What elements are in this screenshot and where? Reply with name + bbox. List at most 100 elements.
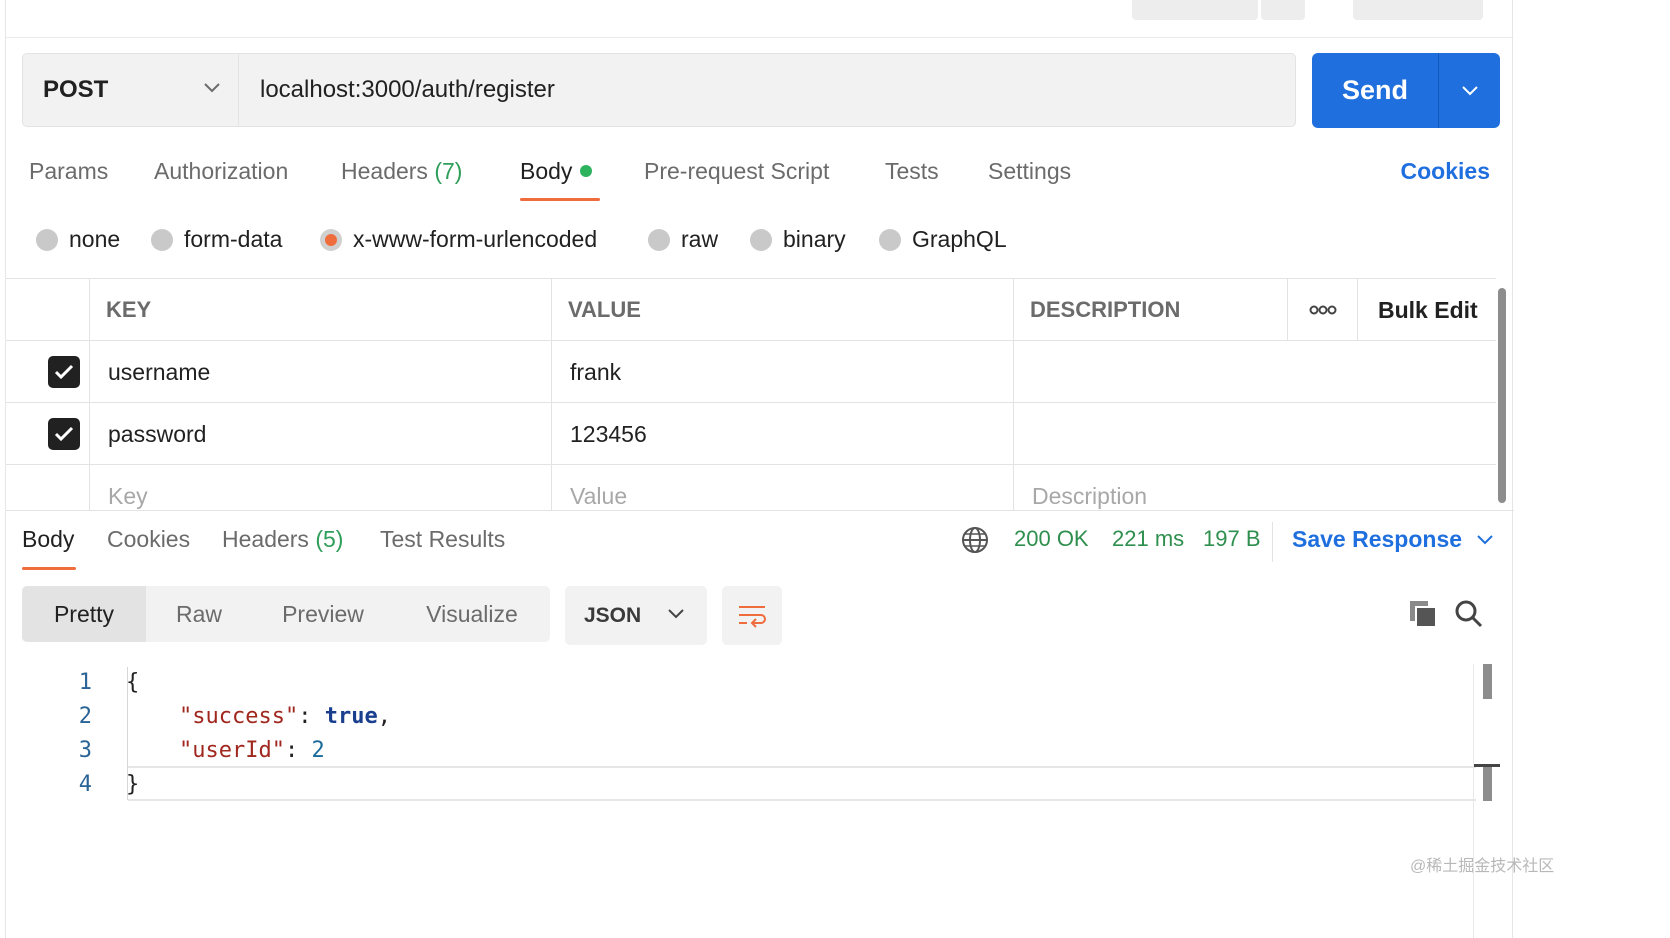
tab-count: (5) xyxy=(315,526,344,552)
description-cell[interactable] xyxy=(1014,341,1496,403)
value-cell[interactable]: 123456 xyxy=(552,403,1014,465)
active-tab-underline xyxy=(520,198,600,201)
save-response-label: Save Response xyxy=(1292,526,1463,552)
line-number: 4 xyxy=(78,772,92,797)
response-view-group: Pretty Raw Preview Visualize xyxy=(22,586,550,642)
tab-headers[interactable]: Headers (7) xyxy=(341,158,462,185)
json-key: "userId" xyxy=(178,738,285,763)
code-scroll-track xyxy=(1473,664,1474,938)
radio-circle xyxy=(648,228,670,251)
chevron-down-icon xyxy=(668,609,684,619)
tab-label: Authorization xyxy=(154,158,289,184)
table-row-new: Key Value Description xyxy=(6,465,1496,510)
description-cell[interactable] xyxy=(1014,403,1496,465)
chevron-down-icon xyxy=(204,83,220,93)
response-tab-body[interactable]: Body xyxy=(22,526,74,553)
url-input[interactable]: localhost:3000/auth/register xyxy=(238,53,1296,127)
search-icon xyxy=(1455,600,1483,628)
key-cell[interactable]: password xyxy=(90,403,552,465)
method-label: POST xyxy=(43,76,109,103)
line-number: 1 xyxy=(78,670,92,695)
toolbar-button[interactable] xyxy=(1353,0,1483,20)
tab-label: Settings xyxy=(988,158,1072,184)
wrap-lines-button[interactable] xyxy=(722,586,782,645)
send-button[interactable]: Send xyxy=(1312,75,1438,106)
chevron-down-icon xyxy=(1461,85,1478,95)
params-table: KEY VALUE DESCRIPTION Bulk Edit username… xyxy=(6,278,1496,510)
tab-body[interactable]: Body xyxy=(520,158,593,185)
text-cursor-bar xyxy=(1483,767,1492,801)
cookies-link[interactable]: Cookies xyxy=(1401,158,1490,185)
search-button[interactable] xyxy=(1452,597,1486,631)
radio-x-www-form-urlencoded[interactable]: x-www-form-urlencoded xyxy=(320,226,597,253)
check-cell xyxy=(6,341,90,403)
json-bool-value: true xyxy=(324,704,378,729)
send-options-button[interactable] xyxy=(1439,53,1500,128)
view-raw[interactable]: Raw xyxy=(146,586,252,642)
radio-raw[interactable]: raw xyxy=(648,226,718,253)
radio-label: binary xyxy=(783,226,846,252)
tab-params[interactable]: Params xyxy=(29,158,108,185)
json-key: "success" xyxy=(178,704,299,729)
json-number-value: 2 xyxy=(311,738,325,763)
description-placeholder[interactable]: Description xyxy=(1014,465,1496,510)
copy-icon xyxy=(1410,601,1437,628)
response-code-editor[interactable]: 1 2 3 4 { "success": true, "userId": 2 } xyxy=(6,660,1496,820)
response-tab-cookies[interactable]: Cookies xyxy=(107,526,190,553)
code-line: "success": true, xyxy=(178,704,391,729)
toolbar-button[interactable] xyxy=(1261,0,1305,20)
toolbar-button[interactable] xyxy=(1132,0,1258,20)
more-options-button[interactable] xyxy=(1288,279,1358,341)
header-description: DESCRIPTION xyxy=(1014,279,1288,341)
status-code[interactable]: 200 OK xyxy=(1014,526,1089,552)
tab-settings[interactable]: Settings xyxy=(988,158,1071,185)
tab-pre-request-script[interactable]: Pre-request Script xyxy=(644,158,829,185)
header-key: KEY xyxy=(90,279,552,341)
method-select[interactable]: POST xyxy=(22,53,239,127)
tab-tests[interactable]: Tests xyxy=(885,158,939,185)
globe-icon[interactable] xyxy=(960,525,990,555)
row-checkbox[interactable] xyxy=(48,356,80,388)
tab-label: Params xyxy=(29,158,109,184)
view-preview[interactable]: Preview xyxy=(252,586,394,642)
active-tab-underline xyxy=(22,567,76,570)
format-select[interactable]: JSON xyxy=(565,586,707,645)
top-toolbar xyxy=(6,0,1514,38)
response-size[interactable]: 197 B xyxy=(1203,526,1261,552)
code-scrollbar[interactable] xyxy=(1483,664,1492,699)
json-brace-close: } xyxy=(126,772,140,797)
bulk-edit-button[interactable]: Bulk Edit xyxy=(1358,279,1496,341)
value-placeholder[interactable]: Value xyxy=(552,465,1014,510)
checkmark-icon xyxy=(54,426,74,442)
radio-none[interactable]: none xyxy=(36,226,120,253)
save-response-button[interactable]: Save Response xyxy=(1292,526,1494,553)
check-cell xyxy=(6,403,90,465)
radio-label: x-www-form-urlencoded xyxy=(353,226,598,252)
response-tab-headers[interactable]: Headers (5) xyxy=(222,526,343,553)
radio-circle xyxy=(36,228,58,251)
checkmark-icon xyxy=(54,364,74,380)
format-label: JSON xyxy=(584,603,642,627)
tab-label: Cookies xyxy=(107,526,191,552)
response-tab-test-results[interactable]: Test Results xyxy=(380,526,505,553)
radio-binary[interactable]: binary xyxy=(750,226,846,253)
radio-label: raw xyxy=(681,226,719,252)
copy-button[interactable] xyxy=(1406,597,1440,631)
response-time[interactable]: 221 ms xyxy=(1112,526,1184,552)
radio-graphql[interactable]: GraphQL xyxy=(879,226,1007,253)
view-pretty[interactable]: Pretty xyxy=(22,586,146,642)
params-scrollbar[interactable] xyxy=(1498,288,1506,503)
code-line: } xyxy=(126,772,139,797)
response-divider xyxy=(6,510,1514,511)
radio-label: GraphQL xyxy=(912,226,1007,252)
radio-circle-selected xyxy=(320,228,342,251)
view-visualize[interactable]: Visualize xyxy=(394,586,550,642)
radio-form-data[interactable]: form-data xyxy=(151,226,282,253)
key-placeholder[interactable]: Key xyxy=(90,465,552,510)
body-active-dot xyxy=(580,165,593,177)
row-checkbox[interactable] xyxy=(48,418,80,450)
tab-authorization[interactable]: Authorization xyxy=(154,158,288,185)
key-cell[interactable]: username xyxy=(90,341,552,403)
value-cell[interactable]: frank xyxy=(552,341,1014,403)
send-button-group: Send xyxy=(1312,53,1500,128)
